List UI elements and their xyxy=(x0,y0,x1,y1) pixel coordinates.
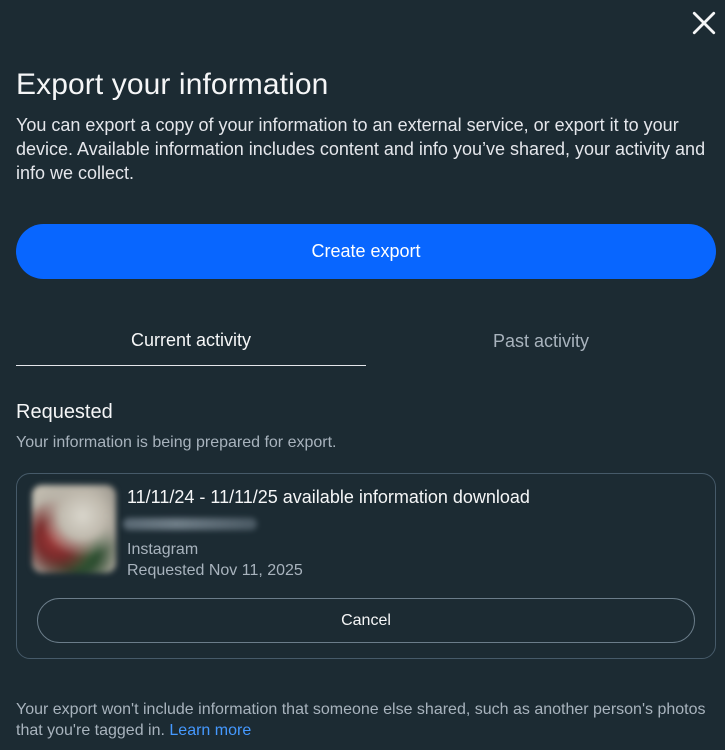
export-dialog: Export your information You can export a… xyxy=(0,0,725,750)
section-subtitle: Your information is being prepared for e… xyxy=(16,434,337,451)
export-request-title: 11/11/24 - 11/11/25 available informatio… xyxy=(127,487,530,507)
page-description: You can export a copy of your informatio… xyxy=(16,115,706,183)
learn-more-link[interactable]: Learn more xyxy=(169,722,251,739)
export-source: Instagram xyxy=(127,541,199,558)
tab-current-activity[interactable]: Current activity xyxy=(16,320,366,366)
create-export-button[interactable]: Create export xyxy=(16,224,716,279)
close-icon[interactable] xyxy=(691,10,717,36)
redacted-account-name xyxy=(123,518,257,530)
page-title: Export your information xyxy=(16,68,329,101)
section-title-requested: Requested xyxy=(16,401,113,423)
export-request-card: 11/11/24 - 11/11/25 available informatio… xyxy=(16,473,716,659)
activity-tabs: Current activity Past activity xyxy=(16,320,716,366)
export-requested-date: Requested Nov 11, 2025 xyxy=(127,562,303,579)
footer-text: Your export won't include information th… xyxy=(16,701,706,739)
cancel-button[interactable]: Cancel xyxy=(37,598,695,643)
footer-note: Your export won't include information th… xyxy=(16,699,716,741)
tab-past-activity[interactable]: Past activity xyxy=(366,320,716,366)
avatar xyxy=(32,485,116,573)
